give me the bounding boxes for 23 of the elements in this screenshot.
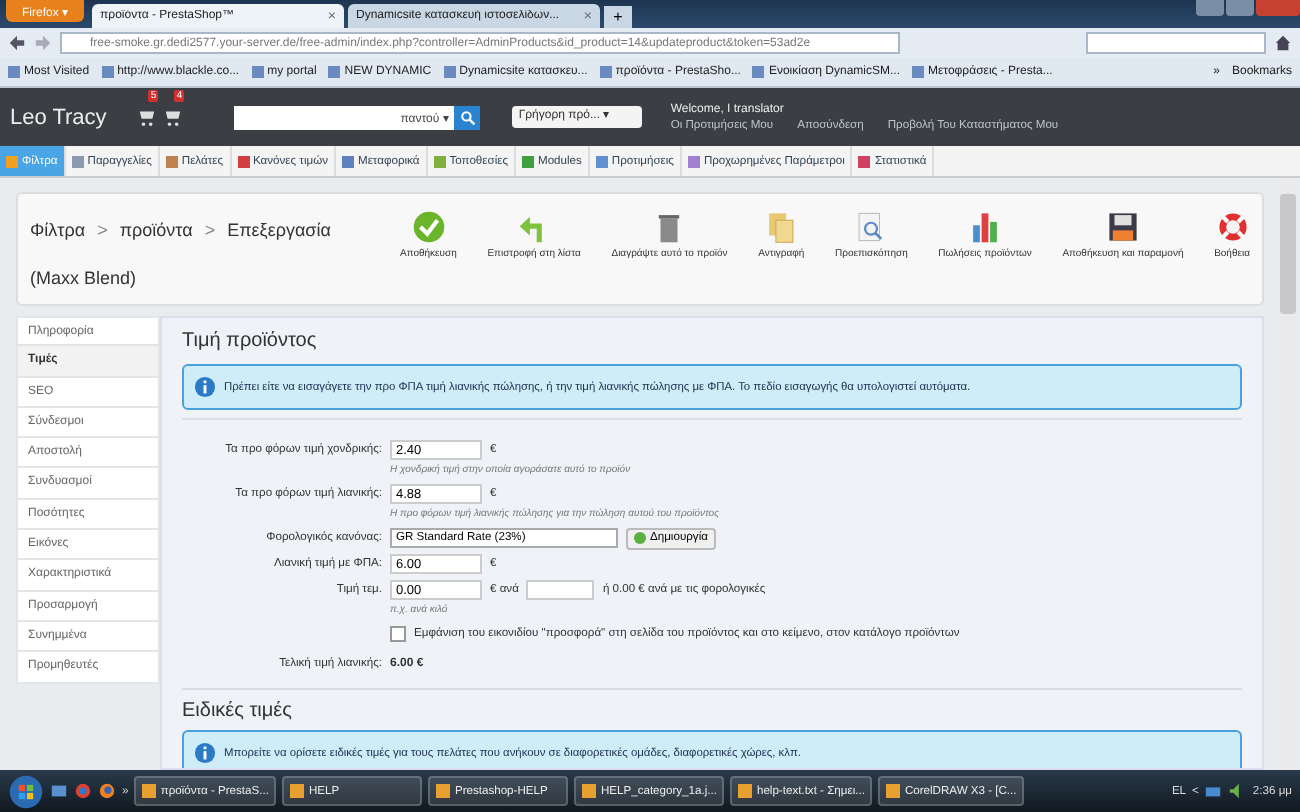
lifebuoy-icon — [1215, 210, 1250, 244]
documents-icon — [764, 210, 799, 244]
info-icon — [194, 742, 216, 764]
checkbox[interactable] — [390, 626, 406, 642]
start-button[interactable] — [8, 773, 44, 809]
search-button[interactable] — [454, 105, 481, 129]
info-icon — [194, 376, 216, 398]
search-field[interactable] — [1086, 32, 1266, 54]
breadcrumb: Φίλτρα > προϊόντα > Επεξεργασία — [30, 220, 333, 240]
bar-chart-icon — [968, 210, 1003, 244]
scrollbar[interactable] — [1280, 178, 1296, 770]
back-icon[interactable] — [8, 34, 26, 52]
product-name: (Maxx Blend) — [30, 268, 139, 288]
input-field[interactable] — [526, 580, 595, 600]
check-icon — [411, 210, 446, 244]
section-title: Ειδικές τιμές — [182, 688, 1242, 722]
desktop-icon[interactable] — [50, 782, 68, 800]
new-tab-button[interactable]: + — [604, 6, 633, 28]
home-icon[interactable] — [1274, 34, 1292, 52]
firefox-icon[interactable] — [98, 782, 116, 800]
section-title: Τιμή προϊόντος — [182, 330, 319, 352]
shop-name[interactable]: Leo Tracy — [10, 105, 107, 129]
browser-icon[interactable] — [74, 782, 92, 800]
